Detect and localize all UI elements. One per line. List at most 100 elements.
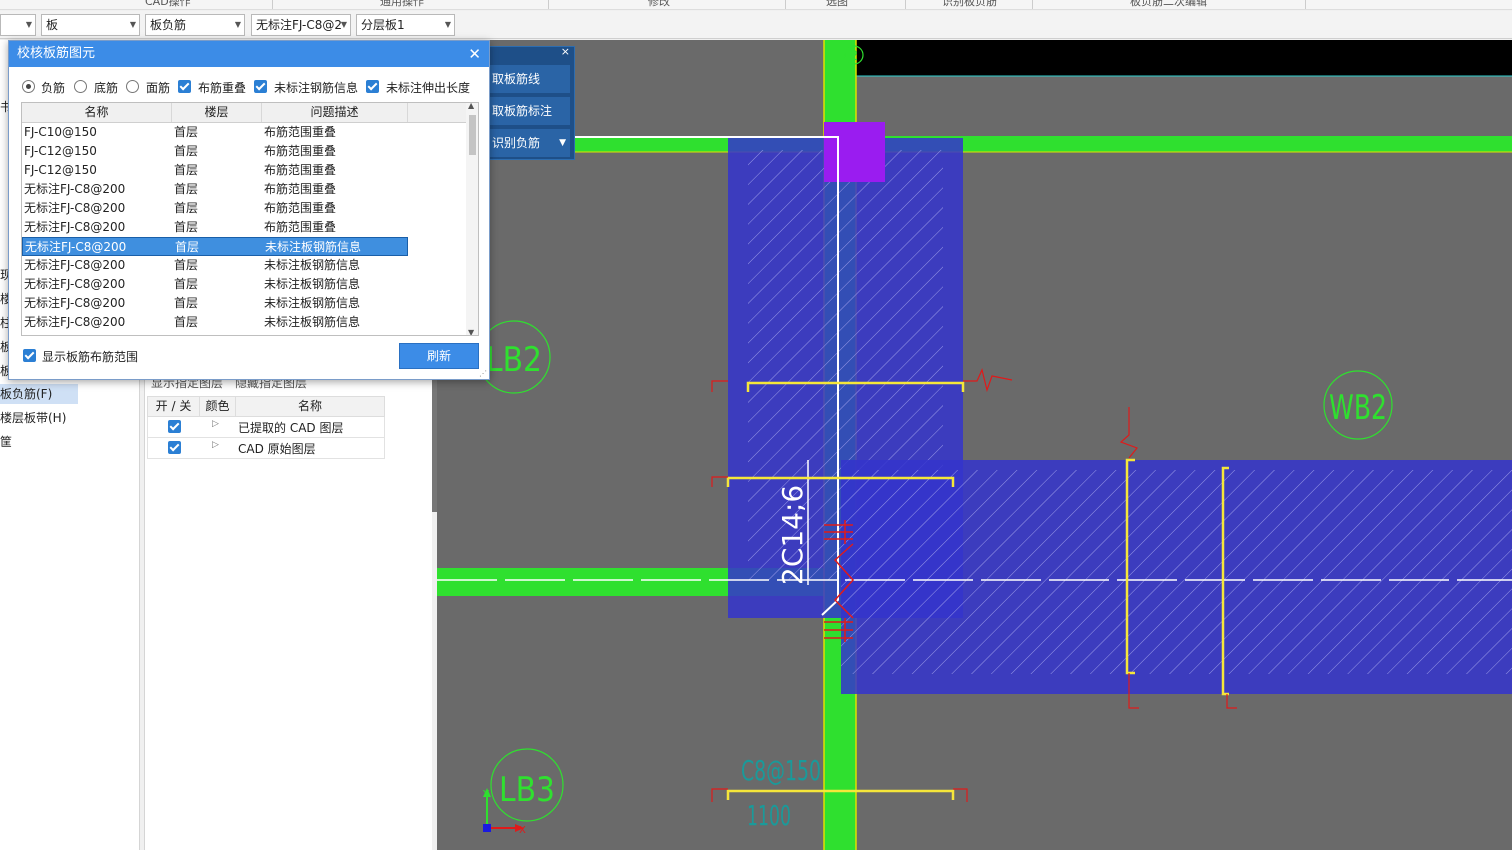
check-rebar-dialog: 校核板筋图元 ✕ 负筋 底筋 面筋 布筋重叠 未标注钢筋信息 未标注伸出长度 名… <box>8 40 490 380</box>
resize-grip-icon[interactable]: ⋰ <box>479 369 487 378</box>
length-annotation[interactable]: 1100 <box>747 799 791 832</box>
issue-name-cell: FJ-C12@150 <box>24 144 97 158</box>
nav-item-other[interactable]: 筐 <box>0 432 12 452</box>
issue-row[interactable]: 无标注FJ-C8@200 首层 未标注板钢筋信息 <box>22 237 408 256</box>
spacing-annotation[interactable]: C8@150 <box>741 754 821 787</box>
close-icon[interactable]: ✕ <box>468 41 481 67</box>
chevron-down-icon: ▼ <box>234 20 241 29</box>
cad-drawing: 2 LB2 WB2 LB3 2C14;6 C8@150 1100 Y X <box>437 40 1512 850</box>
check-overlap-checkbox[interactable] <box>178 80 191 93</box>
radio-negative-rebar[interactable] <box>22 80 35 93</box>
combo-element-name[interactable]: 无标注FJ-C8@2 ▼ <box>251 14 351 36</box>
issue-table-header: 名称 楼层 问题描述 <box>22 103 468 123</box>
combo-category[interactable]: 板 ▼ <box>41 14 140 36</box>
nav-item-slab-strip[interactable]: 楼层板带(H) <box>0 408 66 428</box>
ribbon-group-cad[interactable]: CAD操作 <box>145 0 191 9</box>
issue-name-cell: 无标注FJ-C8@200 <box>24 220 126 234</box>
issue-floor-cell: 首层 <box>174 315 199 329</box>
issue-row[interactable]: 无标注FJ-C8@200 首层 未标注板钢筋信息 <box>22 294 408 313</box>
combo-element-type[interactable]: 板负筋 ▼ <box>145 14 245 36</box>
ribbon-group-edit[interactable]: 板负筋二次编辑 <box>1130 0 1207 9</box>
issue-row[interactable]: 无标注FJ-C8@200 首层 未标注板钢筋信息 <box>22 313 408 332</box>
dialog-title-bar[interactable]: 校核板筋图元 ✕ <box>9 41 489 67</box>
check-unlabeled-length-label[interactable]: 未标注伸出长度 <box>386 79 470 96</box>
issue-name-cell: 无标注FJ-C8@200 <box>24 296 126 310</box>
layer-panel: 显示指定图层 隐藏指定图层 开 / 关 颜色 名称 ▷ 已提取的 CAD 图层 … <box>144 372 432 850</box>
drawing-canvas[interactable]: 2 LB2 WB2 LB3 2C14;6 C8@150 1100 Y X <box>437 40 1512 850</box>
col-floor[interactable]: 楼层 <box>172 103 262 122</box>
issue-desc-cell: 未标注板钢筋信息 <box>264 258 361 272</box>
chevron-down-icon: ▼ <box>129 20 136 29</box>
table-scrollbar[interactable]: ▲ ▼ <box>466 103 478 335</box>
ribbon-group-identify[interactable]: 识别板负筋 <box>942 0 997 9</box>
radio-top-rebar[interactable] <box>126 80 139 93</box>
ribbon-group-select[interactable]: 选图 <box>826 0 848 9</box>
refresh-button[interactable]: 刷新 <box>399 343 479 369</box>
check-unlabeled-info-checkbox[interactable] <box>254 80 267 93</box>
layer-name: 已提取的 CAD 图层 <box>238 421 344 435</box>
chevron-down-icon[interactable]: ▼ <box>559 129 566 157</box>
issue-row[interactable]: 无标注FJ-C8@200 首层 未标注板钢筋信息 <box>22 275 408 294</box>
issue-desc-cell: 未标注板钢筋信息 <box>265 240 362 254</box>
issue-floor-cell: 首层 <box>174 296 199 310</box>
axis-marker-label: 2 <box>850 49 858 64</box>
layer-row[interactable]: ▷ 已提取的 CAD 图层 <box>147 417 385 438</box>
slab-label-lb2[interactable]: LB2 <box>486 340 542 380</box>
issue-desc-cell: 布筋范围重叠 <box>264 144 337 158</box>
scroll-up-icon[interactable]: ▲ <box>468 103 474 110</box>
issue-floor-cell: 首层 <box>174 125 199 139</box>
combo-floor[interactable]: ▼ <box>0 14 36 36</box>
combo-layer[interactable]: 分层板1 ▼ <box>356 14 455 36</box>
issue-row[interactable]: 无标注FJ-C8@200 首层 布筋范围重叠 <box>22 199 408 218</box>
issue-name-cell: 无标注FJ-C8@200 <box>24 258 126 272</box>
chevron-down-icon: ▼ <box>340 20 347 29</box>
ucs-y-label: Y <box>482 789 490 800</box>
expand-arrow-icon[interactable]: ▷ <box>212 440 219 450</box>
slab-label-lb3[interactable]: LB3 <box>499 770 555 810</box>
dialog-title: 校核板筋图元 <box>17 46 96 61</box>
rebar-annotation[interactable]: 2C14;6 <box>776 485 809 585</box>
scroll-down-icon[interactable]: ▼ <box>468 328 474 335</box>
layer-toggle-checkbox[interactable] <box>168 441 181 454</box>
check-unlabeled-info-label[interactable]: 未标注钢筋信息 <box>274 79 358 96</box>
issue-desc-cell: 布筋范围重叠 <box>264 220 337 234</box>
toolbar: ▼ 板 ▼ 板负筋 ▼ 无标注FJ-C8@2 ▼ 分层板1 ▼ <box>0 11 1512 39</box>
col-issue[interactable]: 问题描述 <box>262 103 408 122</box>
ribbon-strip: CAD操作 通用操作 修改 选图 识别板负筋 板负筋二次编辑 <box>0 0 1512 10</box>
check-unlabeled-length-checkbox[interactable] <box>366 80 379 93</box>
extract-rebar-line-button[interactable]: 取板筋线 <box>490 65 570 93</box>
scroll-thumb[interactable] <box>469 115 476 155</box>
ribbon-group-modify[interactable]: 修改 <box>648 0 670 9</box>
issue-row[interactable]: 无标注FJ-C8@200 首层 布筋范围重叠 <box>22 218 408 237</box>
issue-row[interactable]: 无标注FJ-C8@200 首层 未标注板钢筋信息 <box>22 256 408 275</box>
issue-desc-cell: 布筋范围重叠 <box>264 201 337 215</box>
issue-row[interactable]: FJ-C10@150 首层 布筋范围重叠 <box>22 123 408 142</box>
ribbon-group-common[interactable]: 通用操作 <box>380 0 424 9</box>
layer-name: CAD 原始图层 <box>238 442 316 456</box>
nav-item-slab-negative-rebar[interactable]: 板负筋(F) <box>0 384 78 404</box>
issue-table: 名称 楼层 问题描述 FJ-C10@150 首层 布筋范围重叠 FJ-C12@150 首… <box>21 102 479 336</box>
issue-row[interactable]: FJ-C12@150 首层 布筋范围重叠 <box>22 161 408 180</box>
identify-negative-rebar-button[interactable]: 识别负筋 ▼ <box>490 129 570 157</box>
issue-row[interactable]: 无标注FJ-C8@200 首层 布筋范围重叠 <box>22 180 408 199</box>
show-range-label[interactable]: 显示板筋布筋范围 <box>42 348 138 365</box>
layer-row[interactable]: ▷ CAD 原始图层 <box>147 438 385 459</box>
issue-row[interactable]: FJ-C12@150 首层 布筋范围重叠 <box>22 142 408 161</box>
col-onoff: 开 / 关 <box>148 397 200 416</box>
show-range-checkbox[interactable] <box>23 349 36 362</box>
check-overlap-label[interactable]: 布筋重叠 <box>198 79 246 96</box>
radio-negative-rebar-label[interactable]: 负筋 <box>41 79 65 96</box>
close-icon[interactable]: × <box>561 45 570 58</box>
col-name[interactable]: 名称 <box>22 103 172 122</box>
issue-floor-cell: 首层 <box>175 240 200 254</box>
issue-name-cell: 无标注FJ-C8@200 <box>24 182 126 196</box>
extract-rebar-label-button[interactable]: 取板筋标注 <box>490 97 570 125</box>
issue-floor-cell: 首层 <box>174 220 199 234</box>
layer-toggle-checkbox[interactable] <box>168 420 181 433</box>
expand-arrow-icon[interactable]: ▷ <box>212 419 219 429</box>
radio-bottom-rebar[interactable] <box>74 80 87 93</box>
radio-top-rebar-label[interactable]: 面筋 <box>146 79 170 96</box>
radio-bottom-rebar-label[interactable]: 底筋 <box>94 79 118 96</box>
slab-label-wb2[interactable]: WB2 <box>1329 388 1387 428</box>
issue-name-cell: 无标注FJ-C8@200 <box>24 315 126 329</box>
